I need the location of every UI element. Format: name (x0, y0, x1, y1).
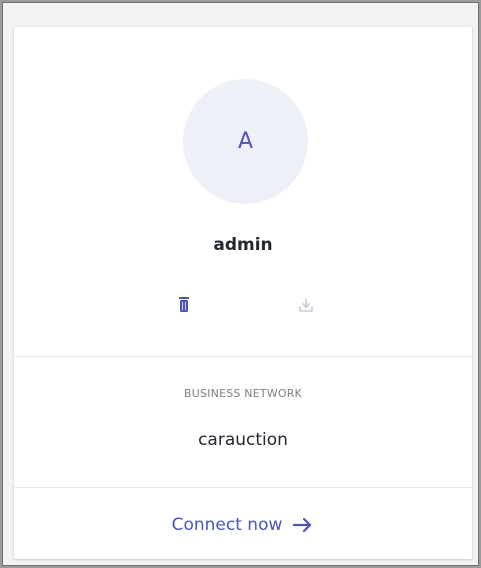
business-network-name: carauction (198, 430, 288, 450)
divider-top (14, 356, 472, 357)
divider-bottom (14, 487, 472, 488)
avatar-letter: A (237, 129, 254, 154)
download-icon (297, 296, 315, 318)
card-actions (14, 295, 472, 319)
connect-now-button[interactable]: Connect now (14, 511, 472, 539)
business-network-label: BUSINESS NETWORK (184, 387, 302, 400)
trash-icon (177, 296, 191, 318)
delete-button[interactable] (172, 295, 196, 319)
export-button[interactable] (294, 295, 318, 319)
identity-card: A admin BUSINESS NETWORK carauction Conn… (14, 27, 472, 559)
connect-now-label: Connect now (171, 515, 283, 535)
window-frame: A admin BUSINESS NETWORK carauction Conn… (2, 2, 479, 566)
username: admin (213, 235, 273, 255)
avatar: A (183, 79, 308, 204)
arrow-right-icon (292, 516, 314, 534)
